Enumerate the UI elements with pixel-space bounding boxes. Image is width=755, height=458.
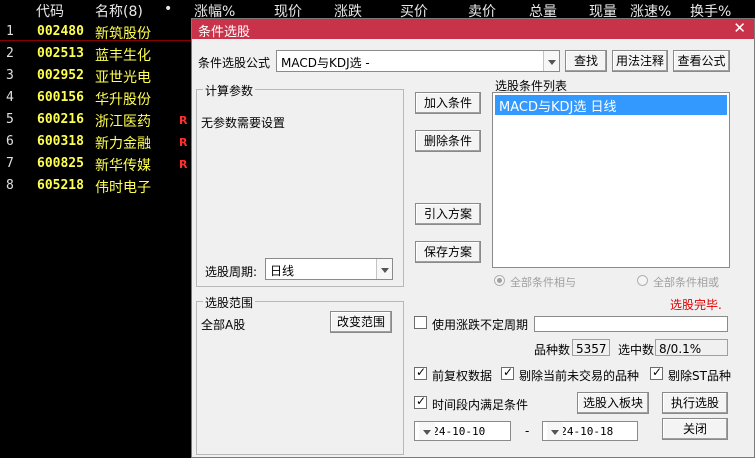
selected-value: 8/0.1% xyxy=(659,342,702,356)
stock-row[interactable]: 6 600318 新力金融 R xyxy=(0,132,190,154)
range-text: 全部A股 xyxy=(201,318,246,332)
condition-list-item[interactable]: MACD与KDJ选 日线 xyxy=(495,95,727,115)
adjusted-data-checkbox[interactable] xyxy=(414,365,427,380)
uncertain-period-checkbox[interactable] xyxy=(414,316,427,329)
dialog-titlebar[interactable]: 条件选股 ✕ xyxy=(192,19,754,40)
save-plan-button[interactable]: 保存方案 xyxy=(415,241,481,263)
count-field: 5357 xyxy=(572,339,610,356)
date-to-picker[interactable]: 2024-10-18 xyxy=(542,421,638,441)
stock-name: 新力金融 xyxy=(95,136,151,152)
radio-or[interactable] xyxy=(637,275,648,286)
col-code[interactable]: 代码 xyxy=(36,1,64,21)
stock-code: 600825 xyxy=(37,156,84,171)
uncertain-period-input[interactable] xyxy=(534,316,728,332)
stock-row[interactable]: 2 002513 蓝丰生化 xyxy=(0,44,190,66)
usage-notes-button[interactable]: 用法注释 xyxy=(612,50,668,72)
uncertain-period-label: 使用涨跌不定周期 xyxy=(432,318,529,332)
radio-and[interactable] xyxy=(494,275,505,286)
stock-name: 新筑股份 xyxy=(95,26,151,42)
stock-code: 600156 xyxy=(37,90,84,105)
exclude-st-checkbox[interactable] xyxy=(650,365,663,380)
rzrq-flag: R xyxy=(179,136,188,149)
chevron-down-icon[interactable] xyxy=(376,259,392,279)
stock-name: 亚世光电 xyxy=(95,70,151,86)
stock-name: 蓝丰生化 xyxy=(95,48,151,64)
stock-name: 伟时电子 xyxy=(95,180,151,196)
stock-name: 新华传媒 xyxy=(95,158,151,174)
time-range-checkbox[interactable] xyxy=(414,394,427,409)
period-select[interactable]: 日线 xyxy=(265,258,393,280)
params-group: 计算参数 无参数需要设置 选股周期: 日线 xyxy=(196,82,404,287)
range-group: 选股范围 全部A股 改变范围 xyxy=(196,294,404,455)
params-text: 无参数需要设置 xyxy=(201,116,286,130)
stock-code: 600318 xyxy=(37,134,84,149)
row-number: 6 xyxy=(6,134,14,149)
find-button[interactable]: 查找 xyxy=(565,50,607,72)
chevron-down-icon[interactable] xyxy=(547,422,563,440)
stock-name: 华升股份 xyxy=(95,92,151,108)
view-formula-button[interactable]: 查看公式 xyxy=(673,50,730,72)
row-number: 7 xyxy=(6,156,14,171)
row-number: 4 xyxy=(6,90,14,105)
row-number: 8 xyxy=(6,178,14,193)
close-button[interactable]: 关闭 xyxy=(662,418,728,440)
exclude-untraded-label: 剔除当前未交易的品种 xyxy=(519,369,640,383)
formula-value: MACD与KDJ选 - xyxy=(281,56,370,70)
chevron-down-icon[interactable] xyxy=(419,422,435,440)
adjusted-data-label: 前复权数据 xyxy=(432,369,493,383)
status-text: 选股完毕. xyxy=(670,298,722,312)
period-value: 日线 xyxy=(270,264,295,278)
radio-or-label: 全部条件相或 xyxy=(653,276,719,289)
row-number: 2 xyxy=(6,46,14,61)
row-number: 1 xyxy=(6,24,14,39)
col-dot: • xyxy=(164,1,173,17)
stock-row[interactable]: 8 605218 伟时电子 xyxy=(0,176,190,198)
count-value: 5357 xyxy=(576,342,607,356)
dialog-title: 条件选股 xyxy=(198,25,251,40)
stock-name: 浙江医药 xyxy=(95,114,151,130)
period-label: 选股周期: xyxy=(205,265,258,279)
condition-list[interactable]: MACD与KDJ选 日线 xyxy=(492,92,730,268)
stock-code: 605218 xyxy=(37,178,84,193)
params-group-title: 计算参数 xyxy=(203,82,256,99)
execute-button[interactable]: 执行选股 xyxy=(662,392,728,414)
selected-label: 选中数 xyxy=(618,343,655,357)
rzrq-flag: R xyxy=(179,114,188,127)
date-from-picker[interactable]: 2024-10-10 xyxy=(414,421,511,441)
formula-label: 条件选股公式 xyxy=(198,56,271,70)
count-label: 品种数 xyxy=(534,343,571,357)
selected-field: 8/0.1% xyxy=(655,339,728,356)
change-range-button[interactable]: 改变范围 xyxy=(330,311,392,333)
stock-code: 002513 xyxy=(37,46,84,61)
import-plan-button[interactable]: 引入方案 xyxy=(415,203,481,225)
stock-code: 002480 xyxy=(37,24,84,39)
col-name[interactable]: 名称(8) xyxy=(95,1,143,21)
delete-condition-button[interactable]: 删除条件 xyxy=(415,130,481,152)
radio-and-label: 全部条件相与 xyxy=(510,276,576,289)
chevron-down-icon[interactable] xyxy=(543,51,559,71)
stock-code: 600216 xyxy=(37,112,84,127)
quote-list-header: 代码 名称(8) • 涨幅% 现价 涨跌 买价 卖价 总量 现量 涨速% 换手% xyxy=(0,0,755,20)
formula-select[interactable]: MACD与KDJ选 - xyxy=(276,50,560,72)
add-condition-button[interactable]: 加入条件 xyxy=(415,92,481,114)
date-separator: - xyxy=(525,424,530,438)
stock-row[interactable]: 3 002952 亚世光电 xyxy=(0,66,190,88)
stock-row[interactable]: 1 002480 新筑股份 xyxy=(0,22,190,44)
row-number: 3 xyxy=(6,68,14,83)
stock-screener-dialog: 条件选股 ✕ 条件选股公式 MACD与KDJ选 - 查找 用法注释 查看公式 计… xyxy=(191,18,755,458)
stock-code: 002952 xyxy=(37,68,84,83)
range-group-title: 选股范围 xyxy=(203,294,256,311)
time-range-label: 时间段内满足条件 xyxy=(432,398,529,412)
close-icon[interactable]: ✕ xyxy=(733,19,746,37)
stock-row[interactable]: 5 600216 浙江医药 R xyxy=(0,110,190,132)
row-number: 5 xyxy=(6,112,14,127)
to-board-button[interactable]: 选股入板块 xyxy=(577,392,649,414)
stock-row[interactable]: 7 600825 新华传媒 R xyxy=(0,154,190,176)
stock-row[interactable]: 4 600156 华升股份 xyxy=(0,88,190,110)
exclude-untraded-checkbox[interactable] xyxy=(501,365,514,380)
exclude-st-label: 剔除ST品种 xyxy=(668,369,731,383)
rzrq-flag: R xyxy=(179,158,188,171)
